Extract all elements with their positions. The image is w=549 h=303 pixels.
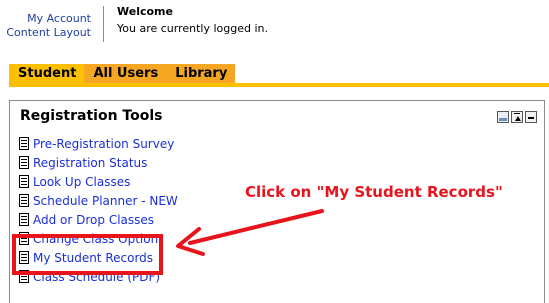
arrow-icon [176, 209, 324, 256]
